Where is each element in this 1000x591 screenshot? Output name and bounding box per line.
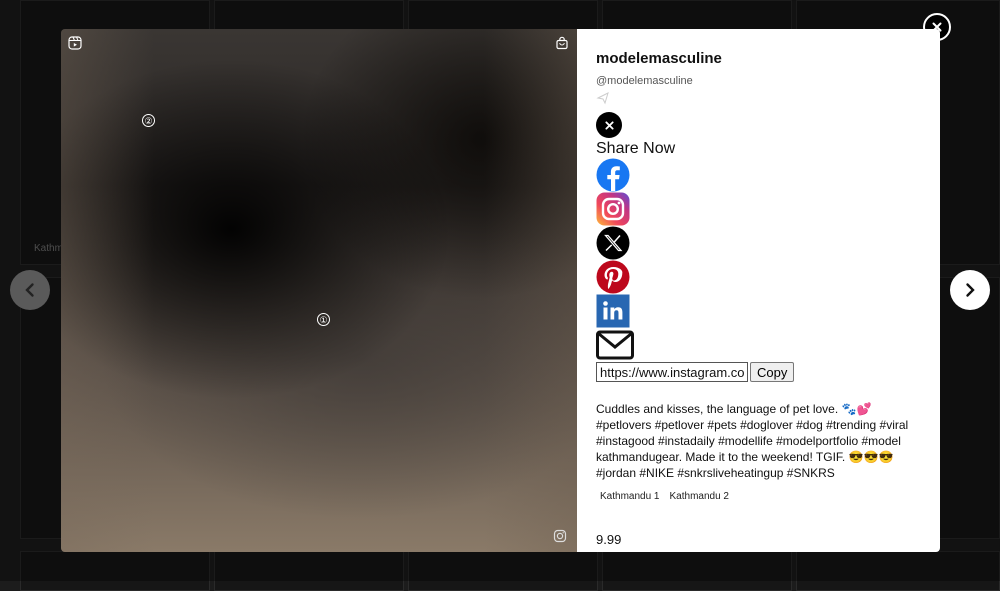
product-tags: Kathmandu 1 Kathmandu 2 bbox=[596, 491, 940, 502]
reel-icon bbox=[68, 36, 82, 50]
account-handle[interactable]: @modelemasculine bbox=[596, 75, 940, 87]
share-url-input[interactable] bbox=[596, 362, 748, 382]
share-title: Share Now bbox=[596, 140, 676, 157]
pinterest-icon[interactable] bbox=[596, 260, 630, 294]
post-modal: ① ② modelemasculine @modelemasculine Sha… bbox=[61, 29, 940, 552]
instagram-icon[interactable] bbox=[596, 192, 630, 226]
chevron-left-icon bbox=[25, 283, 34, 297]
email-icon[interactable] bbox=[596, 328, 634, 362]
next-button[interactable] bbox=[950, 270, 990, 310]
media-shade bbox=[61, 29, 577, 552]
product-price: 9.99 bbox=[596, 532, 622, 547]
instagram-icon[interactable] bbox=[553, 529, 567, 543]
chevron-right-icon bbox=[966, 283, 975, 297]
x-icon[interactable] bbox=[596, 226, 630, 260]
product-tag-marker[interactable]: ② bbox=[142, 114, 155, 127]
product-tag-marker[interactable]: ① bbox=[317, 313, 330, 326]
close-share-button[interactable] bbox=[596, 112, 622, 138]
copy-link-row: Copy bbox=[596, 362, 940, 382]
facebook-icon[interactable] bbox=[596, 158, 630, 192]
product-tag[interactable]: Kathmandu 1 bbox=[600, 491, 660, 502]
copy-button[interactable]: Copy bbox=[750, 362, 795, 382]
post-details-panel: modelemasculine @modelemasculine Share N… bbox=[577, 29, 940, 552]
account-name[interactable]: modelemasculine bbox=[596, 50, 940, 67]
share-icon[interactable] bbox=[596, 91, 610, 105]
shopping-bag-icon[interactable] bbox=[555, 36, 569, 50]
post-caption: Cuddles and kisses, the language of pet … bbox=[596, 402, 909, 480]
post-media[interactable]: ① ② bbox=[61, 29, 577, 552]
linkedin-icon[interactable] bbox=[596, 294, 630, 328]
product-tag[interactable]: Kathmandu 2 bbox=[670, 491, 730, 502]
close-icon bbox=[604, 120, 614, 130]
previous-button[interactable] bbox=[10, 270, 50, 310]
